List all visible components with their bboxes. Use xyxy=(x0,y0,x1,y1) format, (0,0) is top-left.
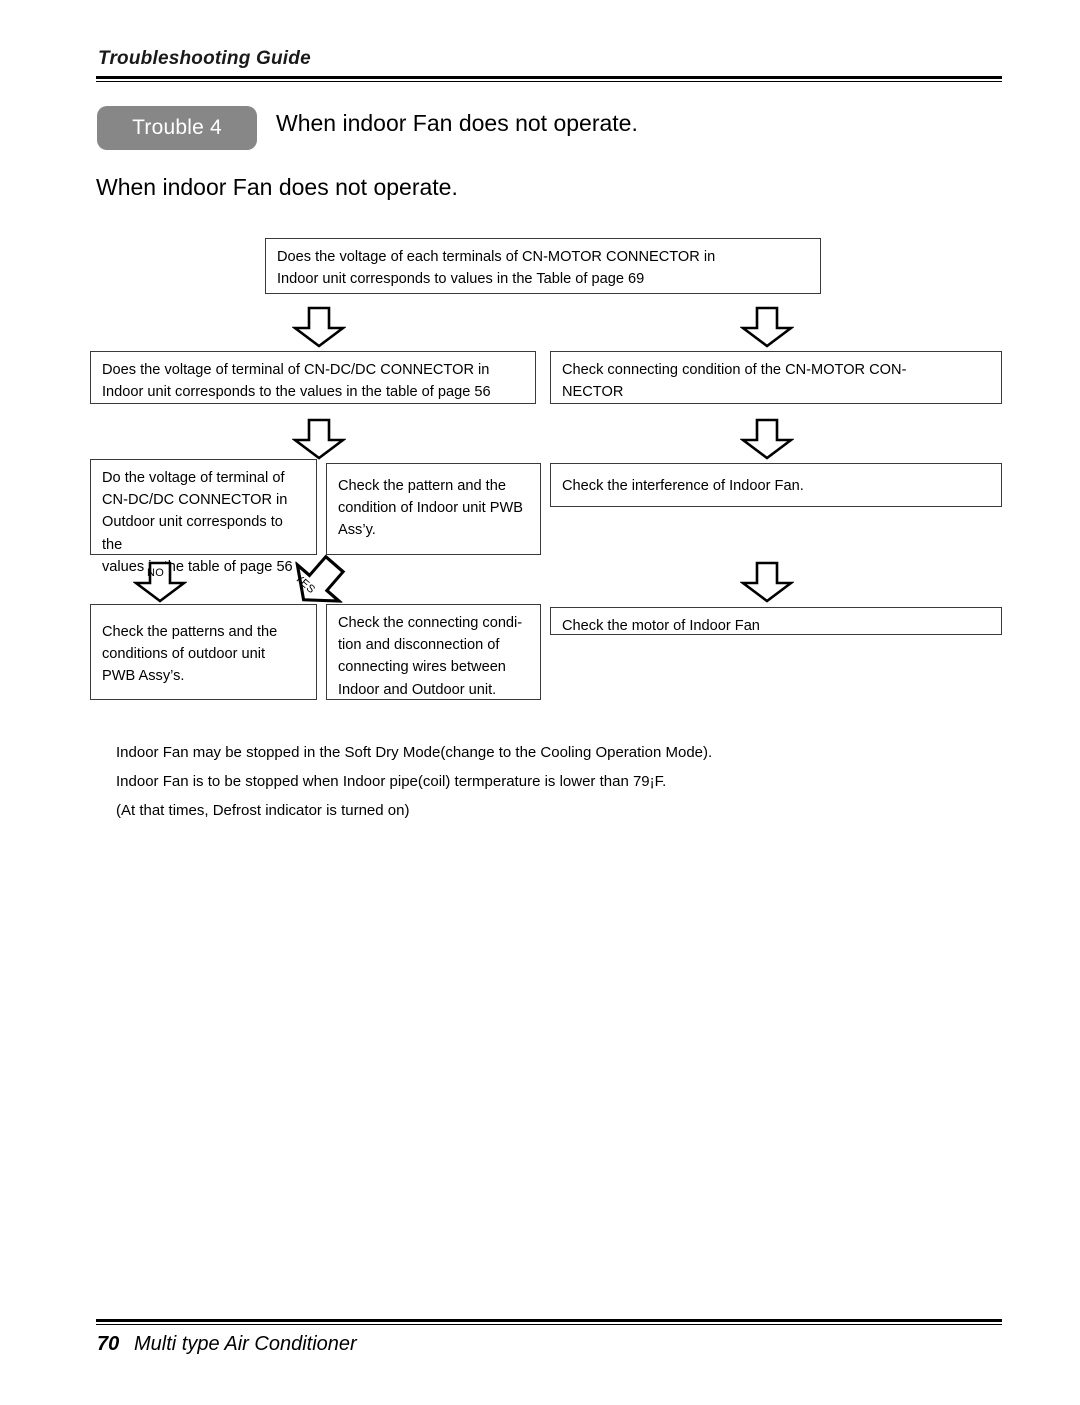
flow-box-dcdc-outdoor: Do the voltage of terminal of CN-DC/DC C… xyxy=(90,459,317,575)
flow-box-check-motor: Check the motor of Indoor Fan xyxy=(550,607,1002,635)
note-line-3: (At that times, Defrost indicator is tur… xyxy=(116,802,410,819)
flow-box-line: Check connecting condition of the CN-MOT… xyxy=(562,362,907,378)
flow-box-check-interference: Check the interference of Indoor Fan. xyxy=(550,463,1002,507)
flow-box-line: connecting wires between xyxy=(338,659,506,676)
flow-box-line: Outdoor unit corresponds to the xyxy=(102,514,283,553)
flow-box-check-connecting-wires: Check the connecting condi- tion and dis… xyxy=(326,604,541,700)
arrow-down-icon xyxy=(740,418,794,460)
arrow-down-icon xyxy=(740,561,794,603)
arrow-down-no-icon xyxy=(133,561,187,603)
flow-box-line: Do the voltage of terminal of xyxy=(102,470,285,486)
flow-box-root-question: Does the voltage of each terminals of CN… xyxy=(265,238,821,294)
footer-product-name: Multi type Air Conditioner xyxy=(134,1333,357,1355)
flow-box-line: Indoor unit corresponds to the values in… xyxy=(102,384,491,401)
flow-box-check-pattern-indoor-pwb: Check the pattern and the condition of I… xyxy=(326,463,541,555)
footer-page-number: 70 xyxy=(97,1333,120,1355)
footer-divider-thin xyxy=(96,1324,1002,1325)
arrow-down-icon xyxy=(292,418,346,460)
flow-box-line: Check the patterns and the xyxy=(102,624,278,640)
arrow-down-icon xyxy=(292,306,346,348)
flow-box-line: condition of Indoor unit PWB xyxy=(338,500,523,517)
flow-box-line: PWB Assy’s. xyxy=(102,668,185,685)
flow-box-dcdc-indoor: Does the voltage of terminal of CN-DC/DC… xyxy=(90,351,536,404)
note-line-1: Indoor Fan may be stopped in the Soft Dr… xyxy=(116,744,713,761)
flow-box-line: Indoor unit corresponds to values in the… xyxy=(277,271,645,288)
flow-box-line: Check the pattern and the xyxy=(338,478,506,494)
flow-box-check-outdoor-patterns: Check the patterns and the conditions of… xyxy=(90,604,317,700)
flow-box-line: tion and disconnection of xyxy=(338,637,500,654)
flow-box-line: conditions of outdoor unit xyxy=(102,646,266,663)
flow-box-line: Check the interference of Indoor Fan. xyxy=(562,478,804,494)
flow-box-line: Check the connecting condi- xyxy=(338,615,523,631)
flow-box-line: Check the motor of Indoor Fan xyxy=(562,618,760,634)
flow-box-line: Does the voltage of each terminals of CN… xyxy=(277,249,716,265)
troubleshooting-flowchart: Does the voltage of each terminals of CN… xyxy=(0,0,1080,1405)
flow-box-line: NECTOR xyxy=(562,384,624,401)
flow-box-line: Does the voltage of terminal of CN-DC/DC… xyxy=(102,362,490,378)
flow-box-check-connecting-connector: Check connecting condition of the CN-MOT… xyxy=(550,351,1002,404)
note-line-2: Indoor Fan is to be stopped when Indoor … xyxy=(116,773,667,790)
flow-box-line: Ass’y. xyxy=(338,522,376,539)
arrow-down-icon xyxy=(740,306,794,348)
footer-divider-thick xyxy=(96,1319,1002,1322)
flow-box-line: CN-DC/DC CONNECTOR in xyxy=(102,492,288,509)
flow-box-line: Indoor and Outdoor unit. xyxy=(338,681,497,698)
